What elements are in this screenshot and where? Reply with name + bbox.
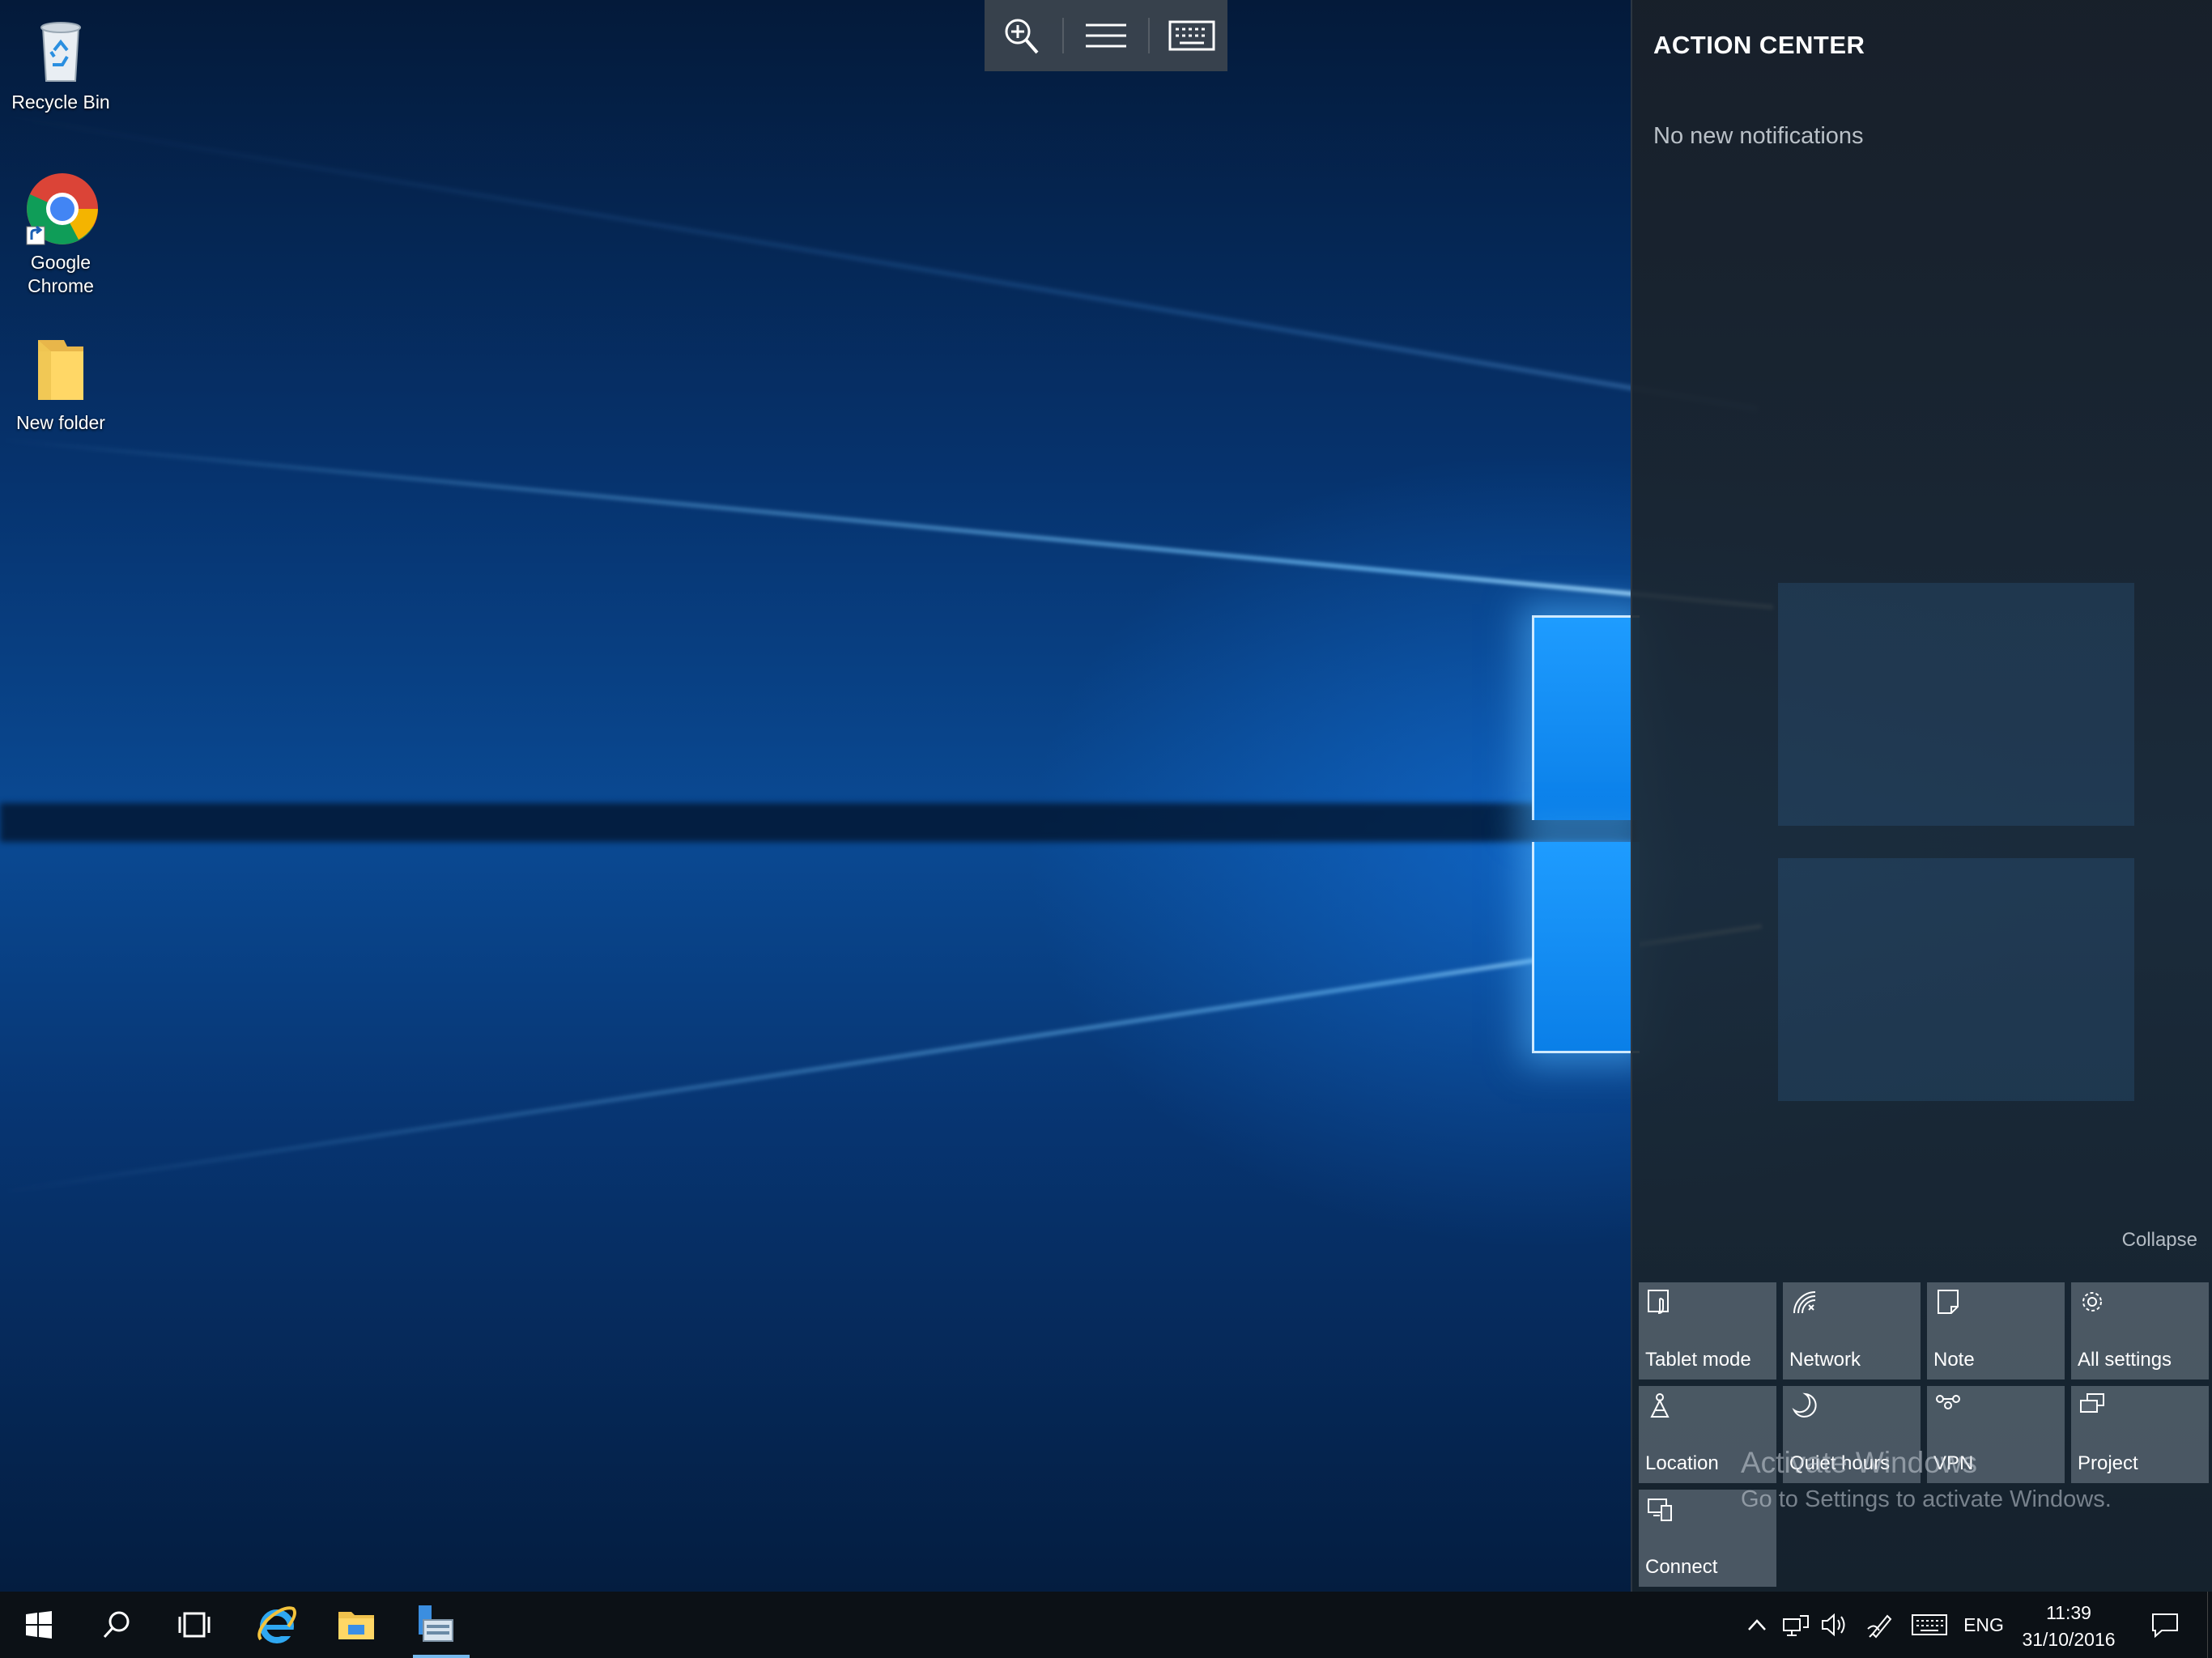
active-app-indicator bbox=[413, 1655, 470, 1658]
vpn-icon bbox=[1936, 1395, 1960, 1409]
tile-label: Quiet hours bbox=[1789, 1452, 1891, 1474]
moon-icon bbox=[1792, 1392, 1817, 1418]
action-center-panel: ACTION CENTER No new notifications Colla… bbox=[1631, 0, 2212, 1592]
notification-icon bbox=[2152, 1613, 2178, 1638]
taskbar-app-server-manager[interactable] bbox=[397, 1592, 474, 1658]
quick-action-quiet-hours[interactable]: Quiet hours bbox=[1783, 1386, 1921, 1483]
taskbar-app-internet-explorer[interactable] bbox=[238, 1592, 316, 1658]
quick-action-location[interactable]: Location bbox=[1639, 1386, 1776, 1483]
desktop-icon-recycle-bin[interactable]: Recycle Bin bbox=[0, 10, 121, 114]
task-view-icon bbox=[178, 1612, 211, 1638]
touch-keyboard-icon bbox=[1912, 1614, 1947, 1635]
quick-action-all-settings[interactable]: All settings bbox=[2071, 1282, 2209, 1380]
chrome-icon bbox=[22, 170, 100, 248]
taskbar: ENG 11:39 31/10/2016 bbox=[0, 1592, 2212, 1658]
tile-label: Location bbox=[1645, 1452, 1719, 1474]
menu-icon[interactable] bbox=[1078, 11, 1134, 60]
network-tray-icon bbox=[1783, 1615, 1809, 1636]
tile-label: Note bbox=[1933, 1349, 1975, 1371]
search-icon bbox=[103, 1611, 130, 1639]
connect-icon bbox=[1648, 1499, 1672, 1521]
volume-icon bbox=[1822, 1613, 1845, 1637]
shadow-band bbox=[0, 803, 1636, 842]
recycle-bin-icon bbox=[22, 10, 100, 87]
quick-actions-grid: Tablet mode Network Note All settings Lo… bbox=[1639, 1282, 2209, 1587]
project-icon bbox=[2080, 1393, 2104, 1413]
start-icon bbox=[26, 1611, 52, 1639]
taskbar-app-file-explorer[interactable] bbox=[317, 1592, 395, 1658]
tile-label: VPN bbox=[1933, 1452, 1974, 1474]
no-notifications-message: No new notifications bbox=[1653, 123, 1864, 149]
clock[interactable]: 11:39 31/10/2016 bbox=[2008, 1600, 2129, 1653]
toolbar-separator bbox=[1148, 18, 1151, 53]
note-icon bbox=[1938, 1290, 1959, 1314]
internet-explorer-icon bbox=[257, 1606, 296, 1643]
language-indicator: ENG bbox=[1963, 1613, 2004, 1635]
show-hidden-icons-button[interactable] bbox=[1741, 1592, 1773, 1658]
windows-logo-pane bbox=[1532, 842, 1640, 1053]
desktop-icon-label: New folder bbox=[16, 412, 105, 433]
start-button[interactable] bbox=[0, 1592, 78, 1658]
chevron-up-icon bbox=[1748, 1619, 1766, 1630]
gear-icon bbox=[2082, 1292, 2102, 1312]
pen-icon bbox=[1867, 1614, 1892, 1639]
volume-button[interactable] bbox=[1817, 1592, 1853, 1658]
wallpaper-reflection bbox=[1778, 583, 2134, 1101]
location-icon bbox=[1650, 1393, 1670, 1418]
task-view-button[interactable] bbox=[155, 1592, 233, 1658]
clock-date: 31/10/2016 bbox=[2022, 1629, 2116, 1650]
light-beam bbox=[0, 113, 1757, 411]
folder-icon bbox=[22, 330, 100, 408]
tile-label: All settings bbox=[2078, 1349, 2172, 1371]
search-button[interactable] bbox=[78, 1592, 155, 1658]
server-manager-icon bbox=[419, 1605, 453, 1642]
tile-label: Project bbox=[2078, 1452, 2138, 1474]
touch-keyboard-toolbar bbox=[985, 0, 1227, 71]
desktop-icon-google-chrome[interactable]: Google Chrome bbox=[0, 170, 121, 298]
input-language-button[interactable]: ENG bbox=[1959, 1592, 2008, 1658]
network-icon bbox=[1793, 1291, 1816, 1314]
quick-action-vpn[interactable]: VPN bbox=[1927, 1386, 2065, 1483]
quick-action-note[interactable]: Note bbox=[1927, 1282, 2065, 1380]
collapse-button[interactable]: Collapse bbox=[2122, 1229, 2197, 1252]
action-center-button[interactable] bbox=[2141, 1592, 2189, 1658]
touch-keyboard-button[interactable] bbox=[1908, 1592, 1951, 1658]
light-beam bbox=[0, 924, 1763, 1195]
clock-time: 11:39 bbox=[2046, 1602, 2091, 1623]
tile-label: Connect bbox=[1645, 1556, 1718, 1578]
action-center-title: ACTION CENTER bbox=[1653, 31, 1865, 59]
desktop-icon-label: Google Chrome bbox=[28, 252, 94, 296]
toolbar-separator bbox=[1061, 18, 1064, 53]
file-explorer-icon bbox=[338, 1612, 374, 1639]
quick-action-network[interactable]: Network bbox=[1783, 1282, 1921, 1380]
zoom-in-icon[interactable] bbox=[992, 11, 1049, 60]
desktop-icon-label: Recycle Bin bbox=[11, 91, 110, 113]
tile-label: Network bbox=[1789, 1349, 1861, 1371]
quick-action-connect[interactable]: Connect bbox=[1639, 1490, 1776, 1587]
quick-action-project[interactable]: Project bbox=[2071, 1386, 2209, 1483]
light-beam bbox=[0, 437, 1774, 610]
tablet-mode-icon bbox=[1648, 1290, 1669, 1314]
tile-label: Tablet mode bbox=[1645, 1349, 1751, 1371]
windows-logo-pane bbox=[1532, 615, 1640, 820]
show-desktop-button[interactable] bbox=[2207, 1592, 2212, 1658]
keyboard-icon[interactable] bbox=[1163, 11, 1220, 60]
network-tray-button[interactable] bbox=[1778, 1592, 1814, 1658]
windows-ink-button[interactable] bbox=[1862, 1592, 1898, 1658]
quick-action-tablet-mode[interactable]: Tablet mode bbox=[1639, 1282, 1776, 1380]
desktop-icon-new-folder[interactable]: New folder bbox=[0, 330, 121, 435]
